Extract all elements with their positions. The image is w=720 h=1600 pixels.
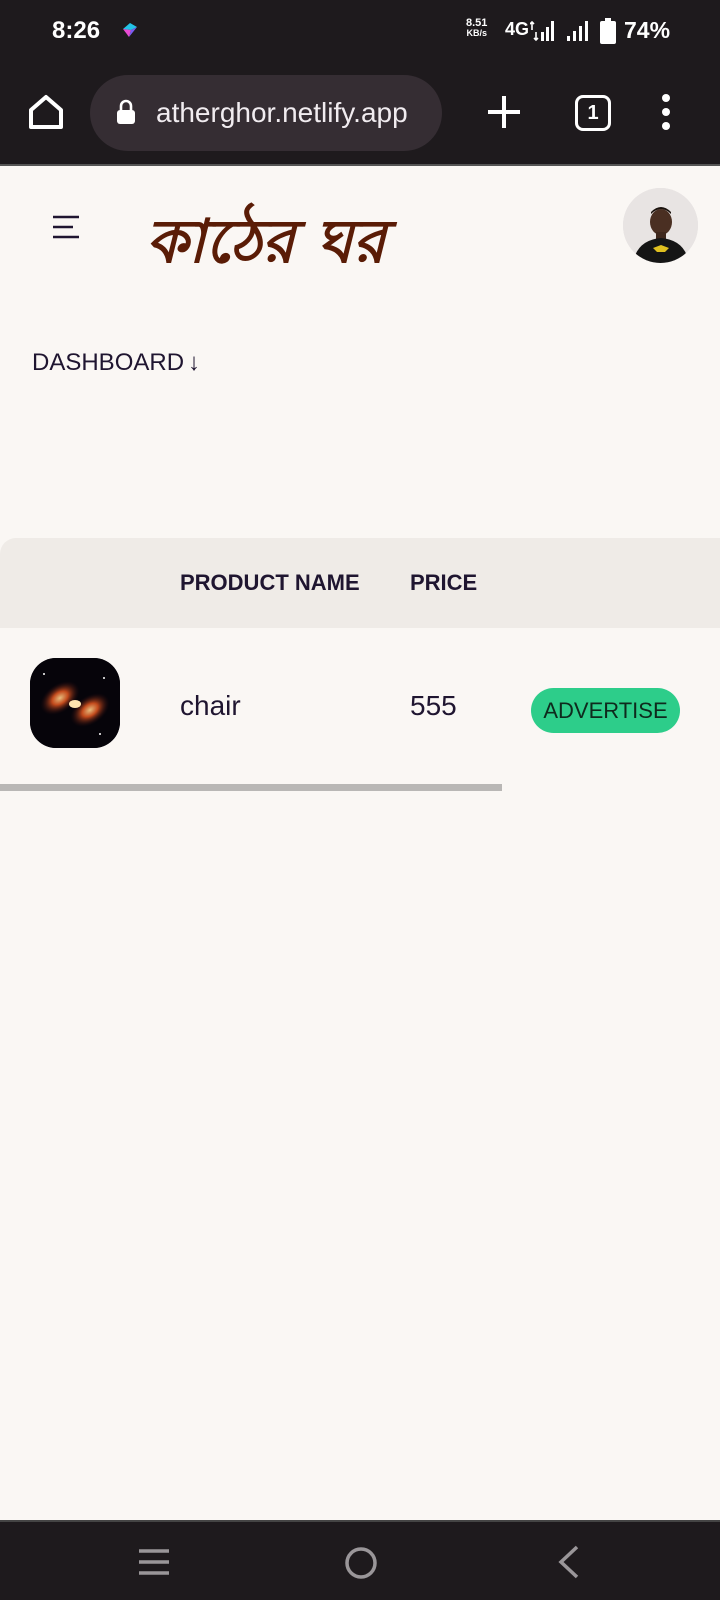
table-header: PRODUCT NAME PRICE xyxy=(0,538,720,628)
battery-percentage: 74% xyxy=(624,17,671,43)
home-circle-icon[interactable] xyxy=(344,1546,378,1580)
lock-icon xyxy=(117,99,135,124)
home-icon[interactable] xyxy=(26,92,66,132)
net-speed: 8.51 KB/s xyxy=(466,17,488,39)
status-bar: 8:26 8.51 KB/s 4G 74% xyxy=(0,0,720,62)
avatar[interactable] xyxy=(623,188,698,263)
tabs-icon[interactable]: 1 xyxy=(575,95,611,131)
hamburger-icon[interactable] xyxy=(52,214,80,240)
dashboard-label: DASHBOARD xyxy=(32,349,185,376)
product-price-cell: 555 xyxy=(410,690,457,721)
address-bar[interactable]: atherghor.netlify.app xyxy=(90,75,442,151)
more-vert-icon[interactable] xyxy=(656,92,676,132)
app-notification-icon xyxy=(123,23,137,37)
net-speed-value: 8.51 xyxy=(466,17,488,29)
system-nav-bar xyxy=(0,1520,720,1600)
signal-icon xyxy=(530,20,554,42)
plus-icon[interactable] xyxy=(484,92,524,132)
signal-icon-2 xyxy=(567,21,588,41)
horizontal-scrollbar[interactable] xyxy=(0,784,502,791)
avatar-image xyxy=(623,188,698,263)
product-name-cell: chair xyxy=(180,690,241,721)
status-time: 8:26 xyxy=(52,17,101,44)
product-image xyxy=(30,658,120,748)
browser-toolbar: atherghor.netlify.app 1 xyxy=(0,62,720,166)
column-header-price: PRICE xyxy=(410,570,478,595)
dashboard-toggle[interactable]: DASHBOARD ↓ xyxy=(32,349,200,377)
advertise-button[interactable]: ADVERTISE xyxy=(531,688,680,733)
site-logo[interactable]: কাঠের ঘর xyxy=(146,196,386,296)
url-text[interactable]: atherghor.netlify.app xyxy=(156,97,408,129)
network-type: 4G xyxy=(505,19,530,39)
arrow-down-icon: ↓ xyxy=(188,349,201,376)
table-row: chair 555 ADVERTISE xyxy=(0,628,720,784)
column-header-product-name: PRODUCT NAME xyxy=(180,570,360,595)
net-speed-unit: KB/s xyxy=(466,28,487,38)
battery-icon xyxy=(600,18,616,44)
back-icon[interactable] xyxy=(553,1544,583,1580)
recent-apps-icon[interactable] xyxy=(137,1548,171,1576)
